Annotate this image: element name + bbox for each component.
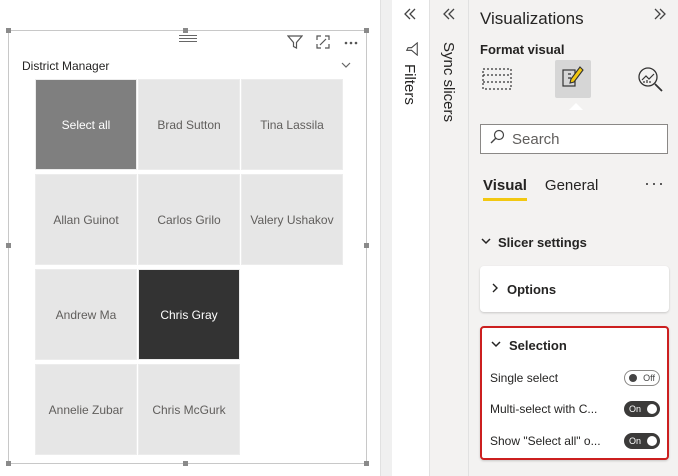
tile-item-selected[interactable]: Chris Gray xyxy=(138,269,240,360)
format-visual-label: Format visual xyxy=(480,42,565,57)
resize-handle-bottom-left[interactable] xyxy=(6,461,11,466)
format-tabs: Visual General ··· xyxy=(483,173,673,201)
chevron-right-icon xyxy=(490,282,500,297)
expand-pane-icon[interactable] xyxy=(652,6,668,27)
chevron-down-icon[interactable] xyxy=(340,59,352,74)
filters-pane-label[interactable]: Filters xyxy=(401,64,418,105)
resize-handle-bottom[interactable] xyxy=(183,461,188,466)
tile-item[interactable]: Valery Ushakov xyxy=(241,174,343,265)
search-placeholder: Search xyxy=(512,130,560,148)
toggle-knob xyxy=(629,374,637,382)
more-options-icon[interactable]: ··· xyxy=(644,173,665,194)
tile-item[interactable]: Tina Lassila xyxy=(241,79,343,170)
options-card[interactable]: Options xyxy=(480,266,669,312)
search-input[interactable]: Search xyxy=(480,124,668,154)
tab-visual[interactable]: Visual xyxy=(483,177,527,201)
toggle-state: Off xyxy=(643,373,655,383)
resize-handle-bottom-right[interactable] xyxy=(364,461,369,466)
sync-slicers-label[interactable]: Sync slicers xyxy=(440,42,457,122)
slicer-settings-section[interactable]: Slicer settings xyxy=(480,235,587,250)
tile-item[interactable]: Allan Guinot xyxy=(35,174,137,265)
build-visual-icon[interactable] xyxy=(479,60,515,98)
setting-label: Multi-select with C... xyxy=(490,402,598,416)
multi-select-row: Multi-select with C... On xyxy=(490,401,660,417)
slicer-title: District Manager xyxy=(22,59,110,73)
show-select-all-row: Show "Select all" o... On xyxy=(490,433,660,449)
toggle-state: On xyxy=(629,436,642,446)
slicer-visual[interactable]: District Manager Select all Brad Sutton … xyxy=(6,28,369,466)
section-label: Slicer settings xyxy=(498,235,587,250)
resize-handle-right[interactable] xyxy=(364,243,369,248)
tab-general[interactable]: General xyxy=(545,177,598,200)
active-indicator xyxy=(569,103,583,110)
resize-handle-left[interactable] xyxy=(6,243,11,248)
selection-card[interactable]: Selection Single select Off Multi-select… xyxy=(480,326,669,460)
visual-header-toolbar xyxy=(286,31,360,53)
filter-icon[interactable] xyxy=(286,33,304,51)
options-label: Options xyxy=(507,282,557,297)
format-visual-paintbrush-icon[interactable] xyxy=(555,60,591,98)
sync-slicers-pane: Sync slicers xyxy=(430,0,469,476)
format-icons-row xyxy=(469,60,678,100)
options-card-header[interactable]: Options xyxy=(490,282,556,297)
tile-item[interactable]: Brad Sutton xyxy=(138,79,240,170)
setting-label: Show "Select all" o... xyxy=(490,434,601,448)
chevron-down-icon xyxy=(480,235,492,250)
visualizations-pane: Visualizations Format visual Search Visu… xyxy=(469,0,678,476)
selection-card-header[interactable]: Selection xyxy=(490,338,567,353)
filters-pane: Filters xyxy=(392,0,430,476)
tile-select-all[interactable]: Select all xyxy=(35,79,137,170)
selection-label: Selection xyxy=(509,338,567,353)
tile-item[interactable]: Andrew Ma xyxy=(35,269,137,360)
setting-label: Single select xyxy=(490,371,559,385)
single-select-toggle[interactable]: Off xyxy=(624,370,660,386)
drag-grip-icon[interactable] xyxy=(179,33,197,42)
multi-select-toggle[interactable]: On xyxy=(624,401,660,417)
focus-mode-icon[interactable] xyxy=(314,33,332,51)
toggle-knob xyxy=(647,436,657,446)
resize-handle-top-right[interactable] xyxy=(364,28,369,33)
collapse-sync-icon[interactable] xyxy=(441,6,457,27)
more-options-icon[interactable] xyxy=(342,33,360,51)
analytics-magnifier-icon[interactable] xyxy=(632,60,668,98)
show-select-all-toggle[interactable]: On xyxy=(624,433,660,449)
pane-title: Visualizations xyxy=(480,9,584,28)
toggle-state: On xyxy=(629,404,642,414)
report-canvas: District Manager Select all Brad Sutton … xyxy=(0,0,380,476)
tile-item[interactable]: Annelie Zubar xyxy=(35,364,137,455)
search-icon xyxy=(489,129,505,149)
filter-funnel-icon xyxy=(405,41,419,61)
tile-item[interactable]: Chris McGurk xyxy=(138,364,240,455)
chevron-down-icon xyxy=(490,338,502,353)
resize-handle-top-left[interactable] xyxy=(6,28,11,33)
slicer-header: District Manager xyxy=(22,57,352,75)
tile-item[interactable]: Carlos Grilo xyxy=(138,174,240,265)
single-select-row: Single select Off xyxy=(490,370,660,386)
collapse-filters-icon[interactable] xyxy=(402,6,418,27)
toggle-knob xyxy=(647,404,657,414)
